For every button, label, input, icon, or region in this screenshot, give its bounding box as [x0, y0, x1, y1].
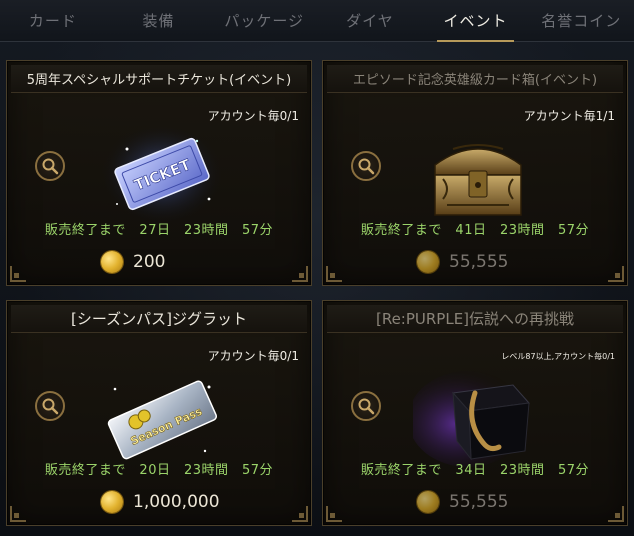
gold-coin-icon	[417, 251, 439, 273]
frame-corner-ornament	[608, 266, 624, 282]
frame-corner-ornament	[326, 266, 342, 282]
tab-diamond[interactable]: ダイヤ	[317, 0, 423, 41]
item-title: エピソード記念英雄級カード箱(イベント)	[327, 65, 623, 93]
magnifier-icon[interactable]	[35, 151, 65, 181]
frame-corner-ornament	[10, 506, 26, 522]
mystery-box-icon	[413, 359, 543, 469]
price-value: 55,555	[449, 252, 509, 272]
frame-corner-ornament	[292, 266, 308, 282]
treasure-chest-icon	[413, 119, 543, 229]
gold-coin-icon	[101, 251, 123, 273]
gold-coin-icon	[417, 491, 439, 513]
shop-item-grid: 5周年スペシャルサポートチケット(イベント) アカウント毎0/1 TICKET …	[6, 60, 628, 532]
tab-equipment[interactable]: 装備	[106, 0, 212, 41]
price: 1,000,000	[101, 489, 220, 515]
item-title: [シーズンパス]ジグラット	[11, 305, 307, 333]
ticket-icon: TICKET	[97, 119, 227, 229]
price-value: 200	[133, 252, 166, 272]
shop-item-card[interactable]: [Re:PURPLE]伝説への再挑戦 レベル87以上,アカウント毎0/1 販売終	[322, 300, 628, 526]
frame-corner-ornament	[608, 506, 624, 522]
price-value: 55,555	[449, 492, 509, 512]
shop-item-card[interactable]: エピソード記念英雄級カード箱(イベント) アカウント毎1/1 販売終了まで 41…	[322, 60, 628, 286]
shop-tabs: カード 装備 パッケージ ダイヤ イベント 名誉コイン	[0, 0, 634, 42]
tab-event[interactable]: イベント	[423, 0, 529, 42]
price: 55,555	[417, 489, 508, 515]
shop-item-card[interactable]: 5周年スペシャルサポートチケット(イベント) アカウント毎0/1 TICKET …	[6, 60, 312, 286]
sale-countdown: 販売終了まで 41日 23時間 57分	[360, 223, 590, 238]
tab-honor-coin[interactable]: 名誉コイン	[528, 0, 634, 41]
magnifier-icon[interactable]	[351, 391, 381, 421]
frame-corner-ornament	[10, 266, 26, 282]
price: 55,555	[417, 249, 508, 275]
magnifier-icon[interactable]	[35, 391, 65, 421]
tab-card[interactable]: カード	[0, 0, 106, 41]
shop-item-card[interactable]: [シーズンパス]ジグラット アカウント毎0/1 Season Pass 販売終了…	[6, 300, 312, 526]
magnifier-icon[interactable]	[351, 151, 381, 181]
tab-package[interactable]: パッケージ	[211, 0, 317, 41]
gold-coin-icon	[101, 491, 123, 513]
item-title: 5周年スペシャルサポートチケット(イベント)	[11, 65, 307, 93]
price: 200	[101, 249, 165, 275]
frame-corner-ornament	[326, 506, 342, 522]
item-title: [Re:PURPLE]伝説への再挑戦	[327, 305, 623, 333]
sale-countdown: 販売終了まで 34日 23時間 57分	[360, 463, 590, 478]
sale-countdown: 販売終了まで 20日 23時間 57分	[44, 463, 274, 478]
frame-corner-ornament	[292, 506, 308, 522]
sale-countdown: 販売終了まで 27日 23時間 57分	[44, 223, 274, 238]
season-pass-icon: Season Pass	[97, 359, 227, 469]
price-value: 1,000,000	[133, 492, 220, 512]
